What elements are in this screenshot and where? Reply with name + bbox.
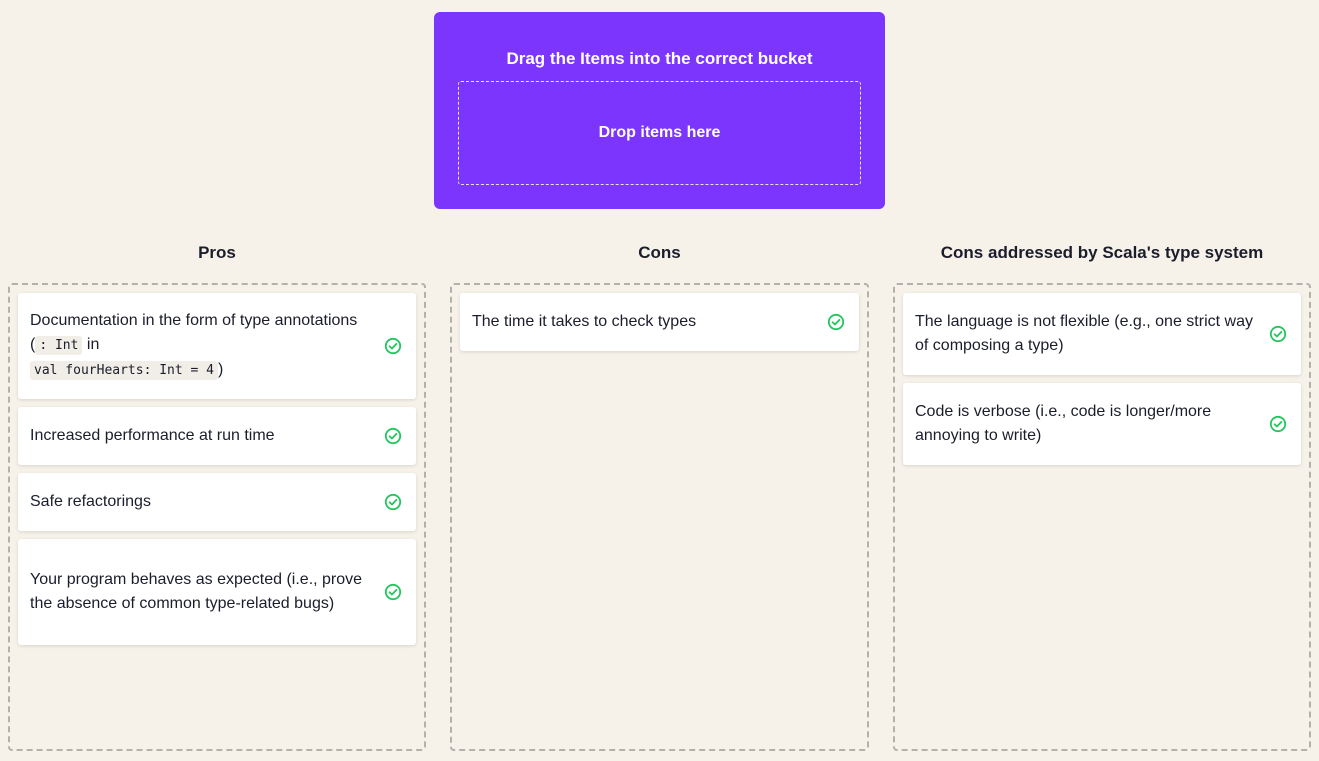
source-drop-zone[interactable]: Drop items here [458,81,861,185]
bucket-title-pros: Pros [198,243,236,262]
bucket-cons[interactable]: The time it takes to check types [450,283,869,751]
draggable-item[interactable]: The time it takes to check types [460,293,859,351]
item-label: Your program behaves as expected (i.e., … [30,571,363,612]
drop-placeholder: Drop items here [598,124,721,141]
draggable-item[interactable]: Your program behaves as expected (i.e., … [18,539,416,645]
check-circle-icon [384,427,402,445]
item-text-part: ) [218,361,224,378]
check-circle-icon [384,583,402,601]
item-label: The time it takes to check types [472,313,697,330]
item-label: Increased performance at run time [30,427,275,444]
item-label: The language is not flexible (e.g., one … [915,313,1253,354]
bucket-title-cons: Cons [638,243,681,262]
draggable-item[interactable]: The language is not flexible (e.g., one … [903,293,1301,375]
bucket-pros[interactable]: Documentation in the form of type annota… [8,283,426,751]
check-circle-icon [384,493,402,511]
check-circle-icon [1269,415,1287,433]
check-circle-icon [384,337,402,355]
draggable-item[interactable]: Increased performance at run time [18,407,416,465]
draggable-item[interactable]: Code is verbose (i.e., code is longer/mo… [903,383,1301,465]
item-label: Code is verbose (i.e., code is longer/mo… [915,403,1212,444]
bucket-title-cons-addressed: Cons addressed by Scala's type system [940,243,1264,262]
item-label: Documentation in the form of type annota… [30,309,384,383]
code-snippet: val fourHearts: Int = 4 [30,361,219,380]
instructions-title: Drag the Items into the correct bucket [506,49,813,68]
draggable-item[interactable]: Safe refactorings [18,473,416,531]
source-card: Drag the Items into the correct bucket D… [434,12,885,209]
item-text-part: in [82,336,100,353]
check-circle-icon [1269,325,1287,343]
bucket-cons-addressed[interactable]: The language is not flexible (e.g., one … [893,283,1311,751]
check-circle-icon [827,313,845,331]
draggable-item[interactable]: Documentation in the form of type annota… [18,293,416,399]
code-snippet: : Int [35,336,83,355]
item-label: Safe refactorings [30,493,151,510]
